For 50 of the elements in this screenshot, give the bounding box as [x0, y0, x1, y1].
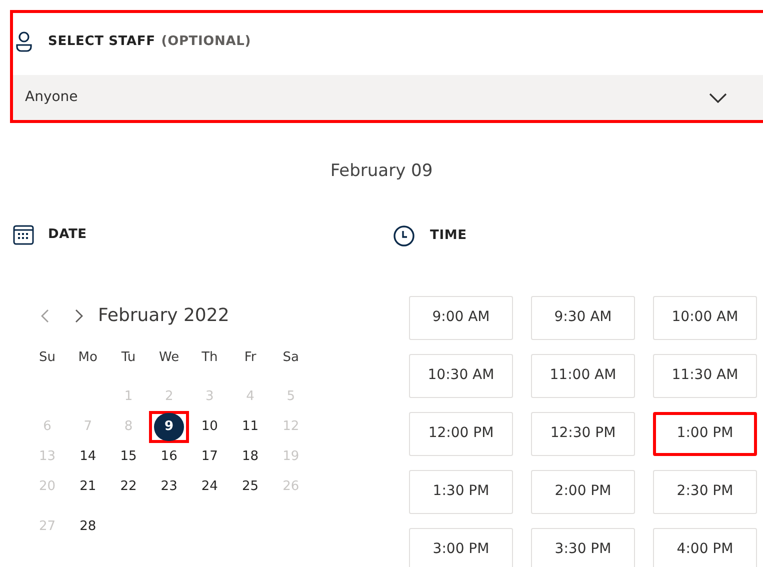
- time-slot-button[interactable]: 10:30 AM: [409, 354, 513, 398]
- time-slot-button[interactable]: 1:00 PM: [653, 412, 757, 456]
- calendar-day[interactable]: 15: [113, 442, 144, 470]
- calendar-day[interactable]: 9: [154, 412, 184, 440]
- calendar-day[interactable]: 16: [154, 442, 184, 470]
- calendar-day[interactable]: 10: [194, 412, 225, 440]
- chevron-left-icon: [41, 308, 49, 322]
- dropdown-value: Anyone: [25, 88, 78, 107]
- selected-date-heading: February 09: [330, 160, 433, 183]
- time-slot-button[interactable]: 9:00 AM: [409, 296, 513, 340]
- time-slot-button[interactable]: 11:30 AM: [653, 354, 757, 398]
- weekday-label: Sa: [282, 348, 299, 367]
- weekday-label: Mo: [78, 348, 98, 367]
- calendar-day[interactable]: 17: [194, 442, 225, 470]
- calendar-icon: [13, 224, 34, 244]
- calendar-day[interactable]: 11: [235, 412, 266, 440]
- calendar-day[interactable]: 24: [194, 472, 225, 500]
- staff-dropdown[interactable]: Anyone: [13, 75, 763, 120]
- weekday-label: We: [159, 348, 180, 367]
- optional-hint: (OPTIONAL): [161, 33, 251, 52]
- calendar-day[interactable]: 22: [113, 472, 144, 500]
- time-slot-button[interactable]: 4:00 PM: [653, 528, 757, 567]
- time-slot-button[interactable]: 12:30 PM: [531, 412, 635, 456]
- person-icon: [15, 30, 33, 54]
- time-slot-button[interactable]: 1:30 PM: [409, 470, 513, 514]
- calendar-day[interactable]: 28: [72, 512, 103, 540]
- chevron-right-icon: [75, 308, 83, 322]
- calendar-day[interactable]: 25: [235, 472, 266, 500]
- month-title: February 2022: [98, 304, 230, 328]
- section-label: TIME: [430, 226, 467, 245]
- time-slot-button[interactable]: 10:00 AM: [653, 296, 757, 340]
- section-label: SELECT STAFF: [48, 33, 156, 52]
- calendar-day[interactable]: 14: [72, 442, 103, 470]
- time-slot-button[interactable]: 3:00 PM: [409, 528, 513, 567]
- weekday-label: Fr: [244, 348, 256, 367]
- time-slot-button[interactable]: 2:00 PM: [531, 470, 635, 514]
- time-slot-button[interactable]: 12:00 PM: [409, 412, 513, 456]
- time-slot-button[interactable]: 3:30 PM: [531, 528, 635, 567]
- calendar-day[interactable]: 18: [235, 442, 266, 470]
- chevron-down-icon: [709, 92, 727, 102]
- weekday-label: Th: [202, 348, 218, 367]
- calendar-day[interactable]: 21: [72, 472, 103, 500]
- time-slot-button[interactable]: 11:00 AM: [531, 354, 635, 398]
- section-label: DATE: [48, 226, 87, 244]
- time-slot-button[interactable]: 2:30 PM: [653, 470, 757, 514]
- weekday-label: Tu: [121, 348, 136, 367]
- clock-icon: [393, 224, 415, 246]
- calendar-day[interactable]: 23: [154, 472, 184, 500]
- time-slot-button[interactable]: 9:30 AM: [531, 296, 635, 340]
- weekday-label: Su: [39, 348, 56, 367]
